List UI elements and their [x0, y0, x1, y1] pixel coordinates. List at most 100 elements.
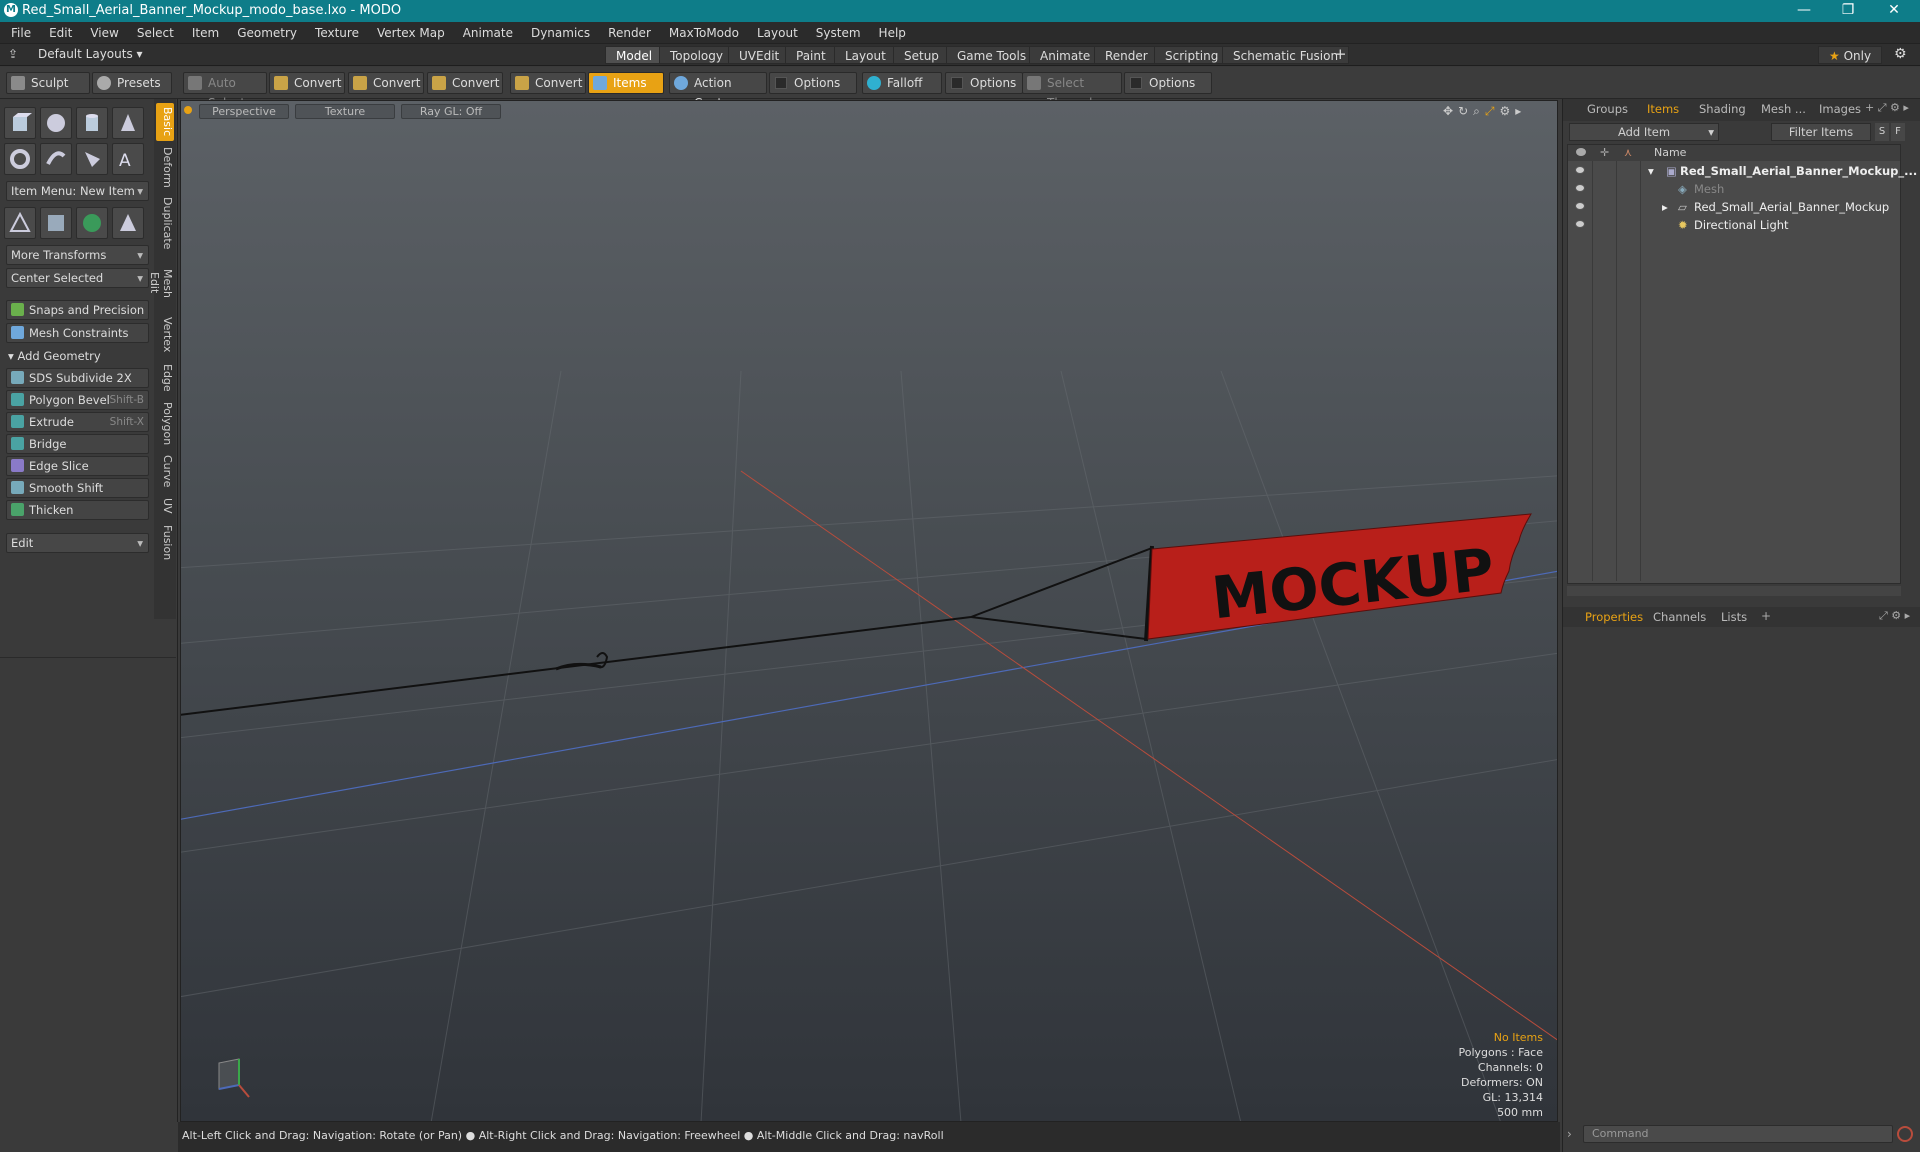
tab-render[interactable]: Render	[1094, 46, 1159, 64]
vtab-fusion[interactable]: Fusion	[156, 523, 174, 563]
convert-vertex-button[interactable]: Convert	[269, 72, 345, 94]
grid-icon[interactable]	[40, 207, 72, 239]
eye-icon[interactable]	[1575, 202, 1585, 210]
filter-f-button[interactable]: F	[1891, 123, 1905, 141]
layout-dropdown[interactable]: Default Layouts ▾	[38, 47, 143, 61]
vtab-mesh-edit[interactable]: Mesh Edit	[148, 257, 174, 309]
menu-maxtomodo[interactable]: MaxToModo	[660, 22, 748, 44]
thicken-button[interactable]: Thicken	[6, 500, 149, 520]
menu-dynamics[interactable]: Dynamics	[522, 22, 599, 44]
only-toggle[interactable]: ★ Only	[1818, 46, 1883, 64]
menu-texture[interactable]: Texture	[306, 22, 368, 44]
tab-items[interactable]: Items	[1639, 102, 1687, 119]
center-selected-dropdown[interactable]: Center Selected	[6, 268, 149, 288]
3d-viewport[interactable]: Perspective Texture Ray GL: Off ✥↻⌕⤢⚙▸ M…	[180, 100, 1558, 1122]
tube-primitive-icon[interactable]	[40, 143, 72, 175]
more-transforms-dropdown[interactable]: More Transforms	[6, 245, 149, 265]
convert-item-button[interactable]: Convert	[510, 72, 586, 94]
tab-animate[interactable]: Animate	[1029, 46, 1102, 64]
panel-controls[interactable]: ⤢ ⚙ ▸	[1879, 609, 1910, 623]
auto-select-button[interactable]: Auto Select	[183, 72, 267, 110]
convert-edge-button[interactable]: Convert	[348, 72, 424, 94]
checkbox[interactable]	[951, 77, 963, 89]
add-tab-icon[interactable]: +	[1761, 609, 1771, 623]
menu-vertex-map[interactable]: Vertex Map	[368, 22, 454, 44]
tab-channels[interactable]: Channels	[1645, 610, 1714, 627]
menu-geometry[interactable]: Geometry	[228, 22, 306, 44]
tab-layout[interactable]: Layout	[834, 46, 897, 64]
tab-shading[interactable]: Shading	[1691, 102, 1754, 119]
tree-row-banner-mesh[interactable]: ▸ ▱ Red_Small_Aerial_Banner_Mockup	[1568, 198, 1902, 216]
polygon-bevel-button[interactable]: Polygon Bevel Shift-B	[6, 390, 149, 410]
options-falloff[interactable]: Options	[945, 72, 1023, 94]
tab-topology[interactable]: Topology	[659, 46, 734, 64]
layout-up-icon[interactable]: ⇪	[8, 47, 18, 61]
tree-row-scene[interactable]: ▾ ▣ Red_Small_Aerial_Banner_Mockup_...	[1568, 162, 1917, 180]
text-tool-icon[interactable]: A	[112, 143, 144, 175]
select-through-button[interactable]: Select Through	[1022, 72, 1122, 110]
eye-icon[interactable]	[1575, 184, 1585, 192]
options-action-center[interactable]: Options	[769, 72, 857, 94]
smooth-shift-button[interactable]: Smooth Shift	[6, 478, 149, 498]
mesh-constraints-button[interactable]: Mesh Constraints	[6, 323, 149, 343]
vtab-curve[interactable]: Curve	[156, 453, 174, 489]
vtab-uv[interactable]: UV	[156, 495, 174, 517]
action-center-button[interactable]: Action Center	[669, 72, 767, 110]
extrude-button[interactable]: Extrude Shift-X	[6, 412, 149, 432]
pen-tool-icon[interactable]	[76, 143, 108, 175]
tab-properties[interactable]: Properties	[1577, 610, 1651, 627]
sphere-primitive-icon[interactable]	[40, 107, 72, 139]
menu-view[interactable]: View	[81, 22, 127, 44]
vtab-duplicate[interactable]: Duplicate	[156, 195, 174, 251]
cube-primitive-icon[interactable]	[4, 107, 36, 139]
menu-edit[interactable]: Edit	[40, 22, 81, 44]
close-button[interactable]: ✕	[1872, 0, 1916, 22]
options-select-through[interactable]: Options	[1124, 72, 1212, 94]
checkbox[interactable]	[1130, 77, 1142, 89]
transform-icon[interactable]	[4, 207, 36, 239]
menu-animate[interactable]: Animate	[454, 22, 522, 44]
restore-button[interactable]: ❐	[1826, 0, 1870, 22]
menu-help[interactable]: Help	[870, 22, 915, 44]
vtab-polygon[interactable]: Polygon	[156, 401, 174, 447]
filter-items-input[interactable]: Filter Items	[1771, 123, 1871, 141]
vtab-basic[interactable]: Basic	[156, 103, 174, 141]
tab-setup[interactable]: Setup	[893, 46, 950, 64]
presets-button[interactable]: Presets F6	[92, 72, 172, 110]
menu-select[interactable]: Select	[128, 22, 183, 44]
eye-icon[interactable]	[1575, 220, 1585, 228]
sds-subdivide-button[interactable]: SDS Subdivide 2X	[6, 368, 149, 388]
command-input[interactable]: Command	[1583, 1125, 1893, 1143]
tab-mesh[interactable]: Mesh ...	[1753, 102, 1814, 119]
items-mode-button[interactable]: Items	[588, 72, 664, 94]
vtab-edge[interactable]: Edge	[156, 361, 174, 395]
cone-primitive-icon[interactable]	[112, 107, 144, 139]
menu-item[interactable]: Item	[183, 22, 228, 44]
record-icon[interactable]	[1897, 1126, 1913, 1142]
globe-icon[interactable]	[76, 207, 108, 239]
vtab-deform[interactable]: Deform	[156, 145, 174, 189]
falloff-button[interactable]: Falloff	[862, 72, 942, 94]
menu-system[interactable]: System	[807, 22, 870, 44]
settings-gear-icon[interactable]: ⚙	[1894, 46, 1907, 62]
menu-render[interactable]: Render	[599, 22, 660, 44]
tab-groups[interactable]: Groups	[1579, 102, 1636, 119]
expand-arrow-icon[interactable]: ▾	[1648, 162, 1654, 180]
tab-uvedit[interactable]: UVEdit	[728, 46, 791, 64]
minimize-button[interactable]: —	[1782, 0, 1826, 22]
checkbox[interactable]	[775, 77, 787, 89]
tab-game-tools[interactable]: Game Tools	[946, 46, 1038, 64]
pyramid-icon[interactable]	[112, 207, 144, 239]
edit-dropdown[interactable]: Edit	[6, 533, 149, 553]
tab-scripting[interactable]: Scripting	[1154, 46, 1230, 64]
panel-controls[interactable]: + ⤢ ⚙ ▸	[1865, 101, 1909, 115]
eye-icon[interactable]	[1575, 166, 1585, 174]
tab-lists[interactable]: Lists	[1713, 610, 1755, 627]
item-menu-dropdown[interactable]: Item Menu: New Item	[6, 181, 149, 201]
convert-polygon-button[interactable]: Convert	[427, 72, 503, 94]
add-geometry-header[interactable]: ▾ Add Geometry	[8, 349, 101, 363]
tree-row-mesh[interactable]: ◈ Mesh	[1568, 180, 1902, 198]
sculpt-button[interactable]: Sculpt	[6, 72, 90, 94]
tab-images[interactable]: Images	[1811, 102, 1869, 119]
torus-primitive-icon[interactable]	[4, 143, 36, 175]
